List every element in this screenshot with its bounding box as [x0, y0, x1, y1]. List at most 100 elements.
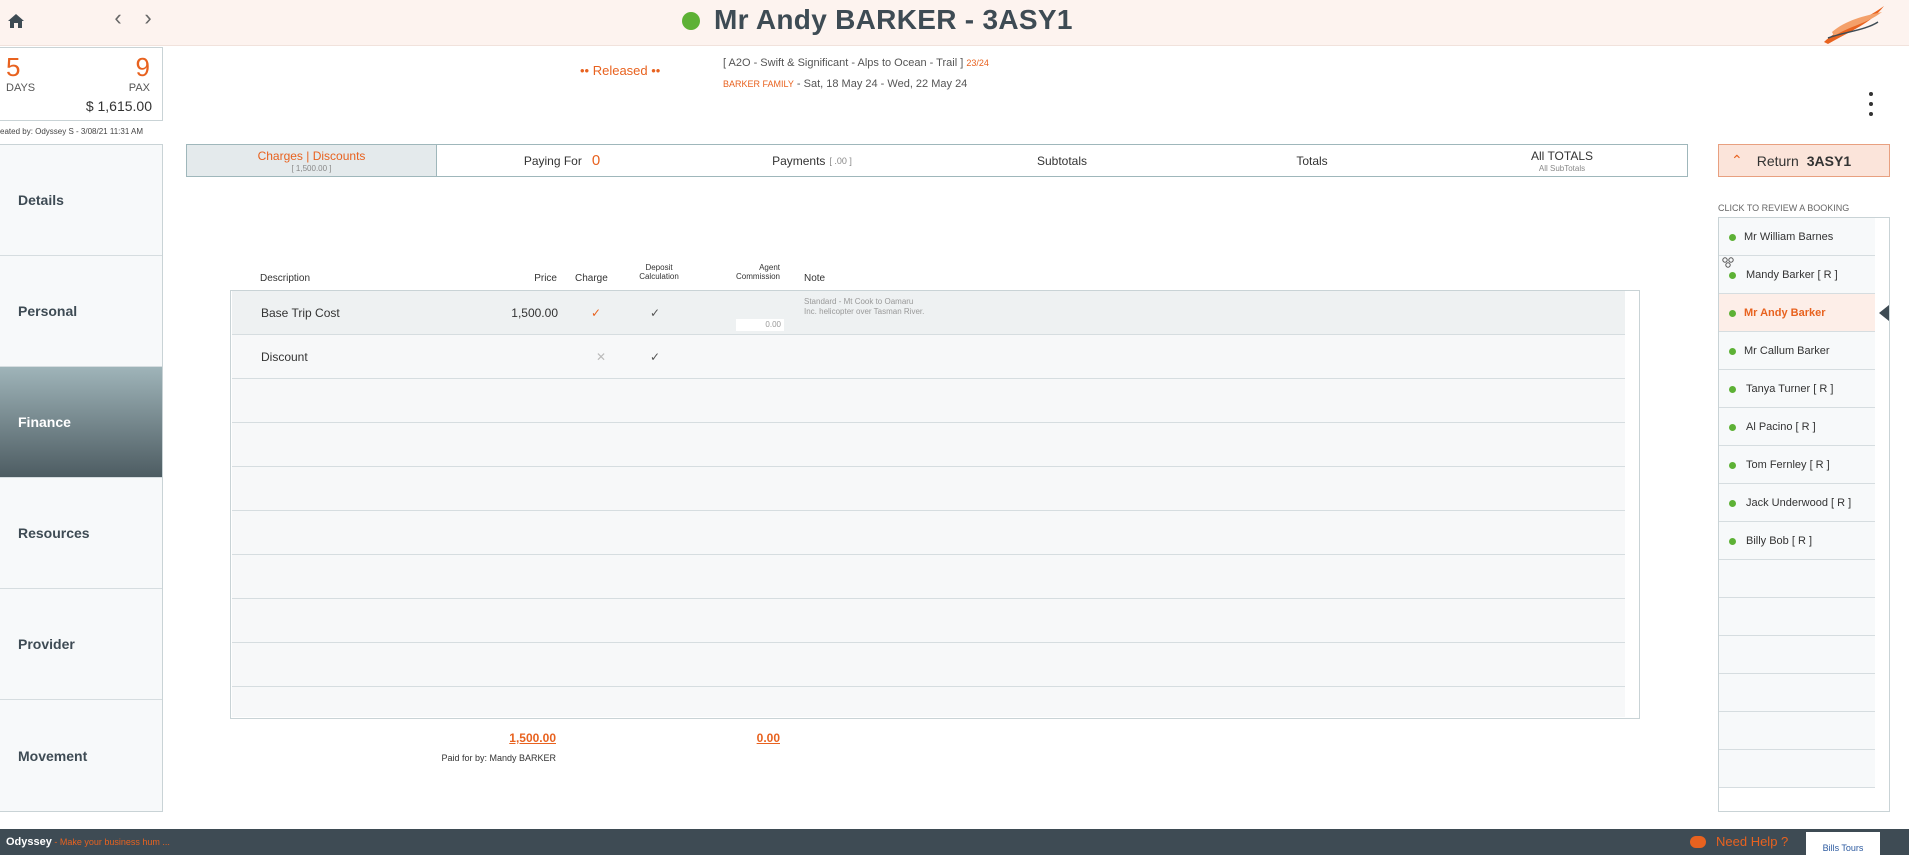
booking-name: Al Pacino [ R ]: [1746, 420, 1816, 433]
total-amount: $ 1,615.00: [85, 98, 152, 114]
col-deposit: Deposit Calculation: [636, 263, 682, 281]
status-dot: [1729, 462, 1736, 469]
tab-paying-for[interactable]: Paying For 0: [437, 145, 687, 176]
note-line2: Inc. helicopter over Tasman River.: [804, 307, 925, 316]
col-price: Price: [534, 273, 557, 284]
booking-name: Mr Callum Barker: [1744, 344, 1830, 357]
total-commission[interactable]: 0.00: [720, 731, 780, 745]
tab-payments-sub: [ .00 ]: [829, 155, 852, 166]
list-item[interactable]: Tom Fernley [ R ]: [1719, 446, 1875, 484]
tab-paying-for-label: Paying For: [523, 153, 582, 168]
commission-input[interactable]: 0.00: [736, 319, 784, 331]
deposit-check-icon[interactable]: ✓: [650, 350, 660, 364]
col-agent-commission: Agent Commission: [726, 263, 780, 281]
table-row: [232, 379, 1625, 423]
group-icon[interactable]: [1721, 257, 1735, 272]
list-item[interactable]: Mr William Barnes: [1719, 218, 1875, 256]
status-dot: [1729, 424, 1736, 431]
paid-for-by: Paid for by: Mandy BARKER: [441, 753, 556, 763]
status-dot: [1729, 348, 1736, 355]
app-footer: Odyssey - Make your business hum ... Nee…: [0, 829, 1909, 855]
partner-logo: Bills Tours: [1806, 832, 1880, 855]
trip-title: [ A2O - Swift & Significant - Alps to Oc…: [723, 57, 964, 69]
list-item[interactable]: Mr Callum Barker: [1719, 332, 1875, 370]
review-booking-label: CLICK TO REVIEW A BOOKING: [1718, 203, 1850, 213]
table-row: [232, 467, 1625, 511]
table-row[interactable]: Base Trip Cost 1,500.00 ✓ ✓ 0.00 Standar…: [232, 291, 1625, 335]
tab-charges-label: Charges | Discounts: [257, 148, 366, 163]
tab-all-totals[interactable]: All TOTALS All SubTotals: [1437, 145, 1687, 176]
tab-totals[interactable]: Totals: [1187, 145, 1437, 176]
list-item[interactable]: Mandy Barker [ R ]: [1719, 256, 1875, 294]
list-item[interactable]: Billy Bob [ R ]: [1719, 522, 1875, 560]
more-options-icon[interactable]: [1866, 92, 1876, 116]
home-icon[interactable]: [4, 9, 28, 33]
trip-summary: 5 DAYS 9 PAX $ 1,615.00: [0, 47, 163, 121]
days-label: DAYS: [6, 82, 36, 94]
tab-subtotals[interactable]: Subtotals: [937, 145, 1187, 176]
table-row: [232, 511, 1625, 555]
sidebar-item-movement[interactable]: Movement: [0, 700, 162, 811]
list-item[interactable]: Al Pacino [ R ]: [1719, 408, 1875, 446]
list-item[interactable]: Jack Underwood [ R ]: [1719, 484, 1875, 522]
chat-bubble-icon: [1690, 835, 1706, 848]
tab-charges-discounts[interactable]: Charges | Discounts [ 1,500.00 ]: [187, 145, 437, 176]
tab-charges-sub: [ 1,500.00 ]: [291, 163, 332, 173]
footer-brand: Odyssey - Make your business hum ...: [6, 836, 170, 848]
status-indicator: [682, 12, 700, 30]
list-item[interactable]: Mr Andy Barker: [1719, 294, 1889, 332]
days-count: 5: [6, 52, 21, 82]
booking-list: Mr William Barnes Mandy Barker [ R ] Mr …: [1718, 217, 1890, 812]
list-item: [1719, 636, 1875, 674]
created-by: eated by: Odyssey S - 3/08/21 11:31 AM: [0, 127, 144, 136]
row-description: Discount: [261, 350, 308, 364]
booking-name: Tom Fernley [ R ]: [1746, 458, 1830, 471]
charge-cross-icon[interactable]: ✕: [596, 350, 606, 364]
total-price[interactable]: 1,500.00: [470, 731, 556, 745]
sidebar-item-finance[interactable]: Finance: [0, 367, 162, 478]
booking-name: Mr Andy Barker: [1744, 306, 1826, 319]
col-note: Note: [804, 273, 826, 284]
list-item: [1719, 750, 1875, 788]
col-deposit-line1: Deposit: [645, 263, 673, 272]
col-agent-line1: Agent: [759, 263, 780, 272]
back-arrow-icon[interactable]: ‹: [108, 7, 128, 29]
footer-tagline: - Make your business hum ...: [51, 837, 170, 847]
footer-brand-name: Odyssey: [6, 836, 52, 848]
sidebar-item-personal[interactable]: Personal: [0, 256, 162, 367]
family-name: BARKER FAMILY: [723, 79, 794, 89]
need-help-link[interactable]: Need Help ?: [1690, 834, 1788, 849]
list-item[interactable]: Tanya Turner [ R ]: [1719, 370, 1875, 408]
forward-arrow-icon[interactable]: ›: [138, 7, 158, 29]
sidebar-item-resources[interactable]: Resources: [0, 478, 162, 589]
charges-table: Base Trip Cost 1,500.00 ✓ ✓ 0.00 Standar…: [230, 290, 1640, 719]
status-dot: [1729, 500, 1736, 507]
sidebar-item-provider[interactable]: Provider: [0, 589, 162, 700]
booking-status: •• Released ••: [580, 63, 661, 78]
section-sidebar: Details Personal Finance Resources Provi…: [0, 144, 163, 812]
trip-name: [ A2O - Swift & Significant - Alps to Oc…: [723, 57, 989, 69]
deposit-check-icon[interactable]: ✓: [650, 306, 660, 320]
row-note: Standard - Mt Cook to Oamaru Inc. helico…: [804, 297, 924, 317]
list-item: [1719, 674, 1875, 712]
tab-all-totals-label: All TOTALS: [1530, 148, 1594, 163]
sidebar-item-details[interactable]: Details: [0, 145, 162, 256]
table-row: [232, 643, 1625, 687]
booking-name: Tanya Turner [ R ]: [1746, 382, 1834, 395]
list-item: [1719, 560, 1875, 598]
list-item: [1719, 598, 1875, 636]
tab-payments[interactable]: Payments [ .00 ]: [687, 145, 937, 176]
booking-name: Mr William Barnes: [1744, 230, 1834, 243]
list-item: [1719, 712, 1875, 750]
charge-check-icon[interactable]: ✓: [591, 306, 601, 320]
status-dot: [1729, 234, 1736, 241]
tab-payments-label: Payments: [772, 153, 826, 168]
col-description: Description: [260, 273, 311, 284]
pax-count: 9: [135, 52, 150, 82]
table-row[interactable]: Discount ✕ ✓: [232, 335, 1625, 379]
status-dot: [1729, 538, 1736, 545]
col-charge: Charge: [575, 273, 608, 284]
table-row: [232, 555, 1625, 599]
return-button[interactable]: ⌃ Return 3ASY1: [1718, 144, 1890, 177]
status-dot: [1729, 310, 1736, 317]
